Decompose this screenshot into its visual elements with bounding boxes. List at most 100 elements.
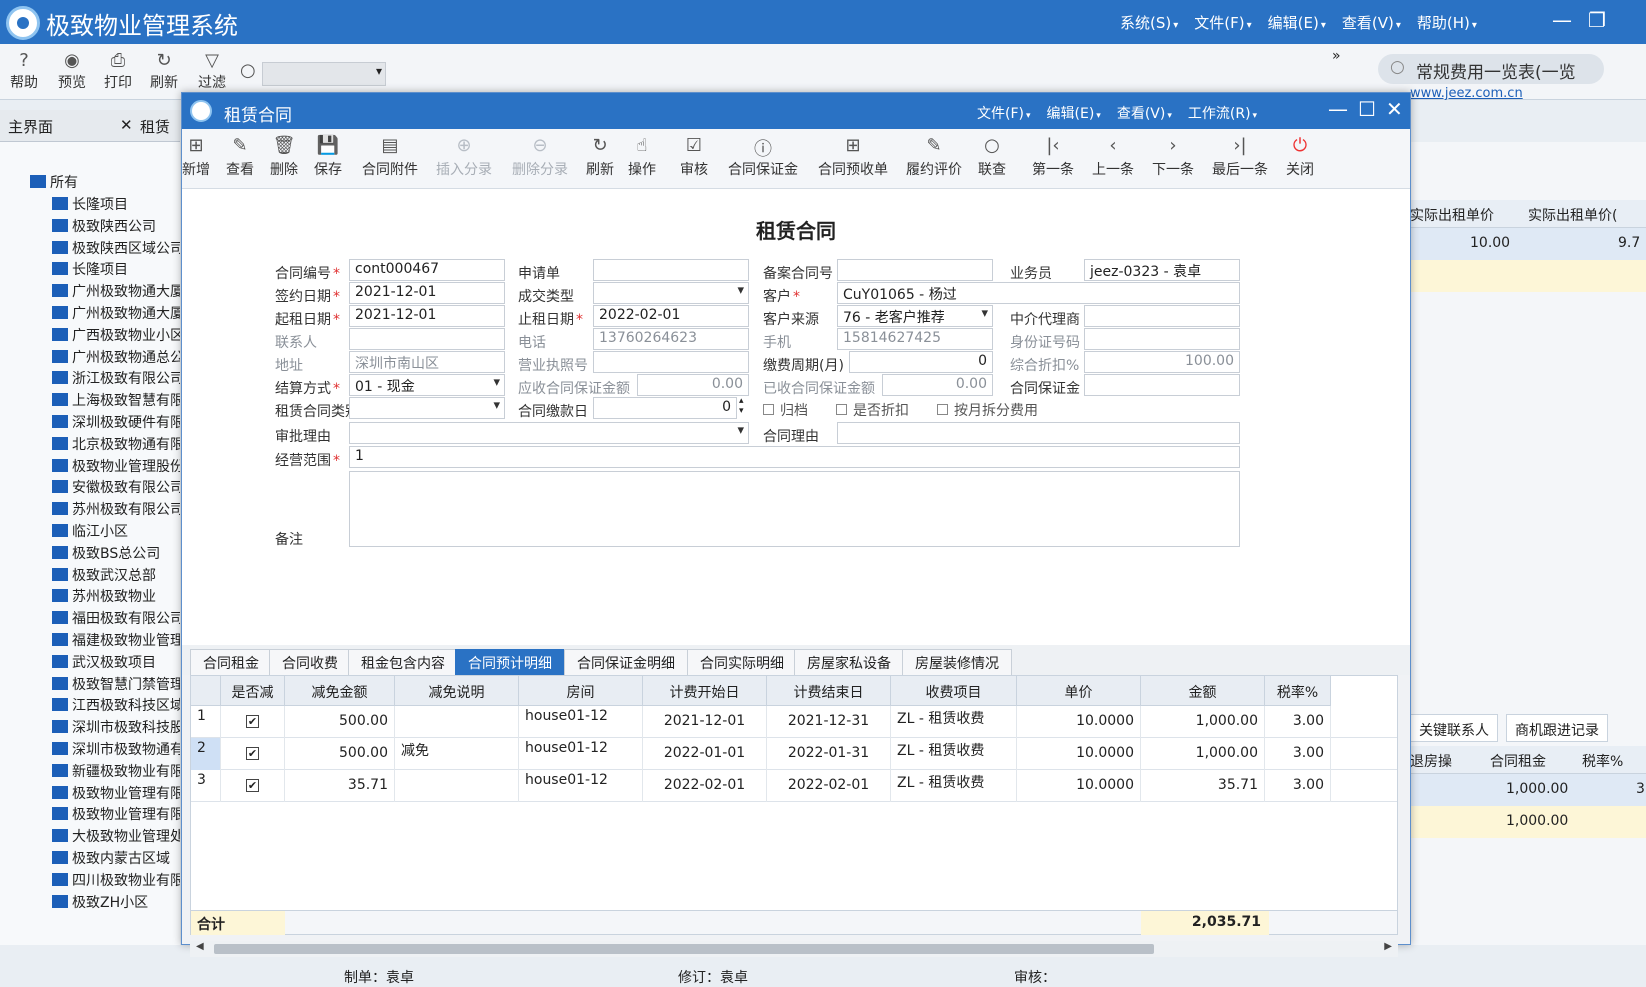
- grid-cell-total[interactable]: 35.71: [1141, 770, 1265, 802]
- grid-header[interactable]: 是否减: [221, 676, 285, 706]
- table-row[interactable]: 1 ✔ 500.00 house01-12 2021-12-01 2021-12-31 ZL…: [191, 706, 1397, 738]
- grid-cell-amount[interactable]: 35.71: [285, 770, 395, 802]
- tree-item[interactable]: 江西极致科技区域: [52, 695, 180, 715]
- grid-cell-total[interactable]: 1,000.00: [1141, 706, 1265, 738]
- tree-item[interactable]: 极致武汉总部: [52, 565, 156, 585]
- apply-no-field[interactable]: [593, 259, 749, 281]
- next-button[interactable]: › 下一条: [1152, 135, 1194, 179]
- restore-icon[interactable]: ❐: [1588, 8, 1606, 32]
- tab-expected-detail[interactable]: 合同预计明细: [455, 649, 565, 675]
- preview-button[interactable]: ◉ 预览: [50, 50, 94, 92]
- tree-root[interactable]: 所有: [30, 172, 78, 192]
- bg-row[interactable]: 1,000.00: [1410, 806, 1646, 838]
- chevron-down-icon[interactable]: ▾: [376, 64, 382, 78]
- close-button[interactable]: ⏻ 关闭: [1286, 135, 1314, 179]
- more-icon[interactable]: »: [1332, 48, 1341, 64]
- grid-cell-start[interactable]: 2022-01-01: [643, 738, 767, 770]
- table-row[interactable]: 2 ✔ 500.00 减免 house01-12 2022-01-01 2022-01-31…: [191, 738, 1397, 770]
- grid-cell-amount[interactable]: 500.00: [285, 706, 395, 738]
- new-button[interactable]: ⊞ 新增: [182, 135, 210, 179]
- tree-item[interactable]: 极致物业管理股份: [52, 456, 180, 476]
- grid-cell-price[interactable]: 10.0000: [1017, 738, 1141, 770]
- tree-item[interactable]: 长隆项目: [52, 194, 128, 214]
- discount-field[interactable]: 100.00: [1084, 351, 1240, 373]
- website-link[interactable]: www.jeez.com.cn: [1410, 86, 1523, 101]
- remark-field[interactable]: [349, 471, 1240, 547]
- maximize-icon[interactable]: ☐: [1358, 97, 1376, 121]
- checkbox-icon[interactable]: ✔: [246, 779, 259, 792]
- tab-deposit-detail[interactable]: 合同保证金明细: [564, 649, 688, 675]
- last-button[interactable]: ›| 最后一条: [1212, 135, 1268, 179]
- grid-cell-checked[interactable]: ✔: [221, 770, 285, 802]
- settle-select[interactable]: 01 - 现金: [349, 374, 505, 396]
- phone-field[interactable]: 13760264623: [593, 328, 749, 350]
- tree-item[interactable]: 北京极致物通有限: [52, 434, 180, 454]
- grid-cell-price[interactable]: 10.0000: [1017, 706, 1141, 738]
- minimize-icon[interactable]: —: [1328, 97, 1348, 121]
- grid-cell-end[interactable]: 2021-12-31: [767, 706, 891, 738]
- tab-contract-rent[interactable]: 合同租金: [190, 649, 272, 675]
- grid-cell-item[interactable]: ZL - 租赁收费: [891, 706, 1017, 738]
- grid-cell-end[interactable]: 2022-01-31: [767, 738, 891, 770]
- scope-field[interactable]: 1: [349, 446, 1240, 468]
- prepay-button[interactable]: ⊞ 合同预收单: [818, 135, 888, 179]
- deposit-button[interactable]: ⓘ 合同保证金: [728, 135, 798, 179]
- tree-item[interactable]: 深圳极致硬件有限: [52, 412, 180, 432]
- grid-header[interactable]: 计费开始日: [643, 676, 767, 706]
- grid-header[interactable]: 房间: [519, 676, 643, 706]
- dlg-menu-edit[interactable]: 编辑(E): [1047, 103, 1101, 123]
- refresh-button[interactable]: ↻ 刷新: [142, 50, 186, 92]
- menu-edit[interactable]: 编辑(E): [1268, 12, 1326, 33]
- dlg-menu-file[interactable]: 文件(F): [977, 103, 1031, 123]
- tree-item[interactable]: 四川极致物业有限: [52, 870, 180, 890]
- agent-field[interactable]: [1084, 305, 1240, 327]
- tree-item[interactable]: 广州极致物通大厦: [52, 303, 180, 323]
- dlg-menu-workflow[interactable]: 工作流(R): [1188, 103, 1257, 123]
- end-date-field[interactable]: 2022-02-01: [593, 305, 749, 327]
- tree-item[interactable]: 极致陕西公司: [52, 216, 156, 236]
- tree-item[interactable]: 广州极致物通总公司: [52, 347, 180, 367]
- archive-checkbox[interactable]: 归档: [763, 400, 808, 420]
- delete-entry-button[interactable]: ⊖ 删除分录: [512, 135, 568, 179]
- tree-item[interactable]: 极致物业管理有限: [52, 804, 180, 824]
- contract-reason-field[interactable]: [837, 422, 1240, 444]
- grid-cell-item[interactable]: ZL - 租赁收费: [891, 770, 1017, 802]
- grid-cell-amount[interactable]: 500.00: [285, 738, 395, 770]
- tree-item[interactable]: 苏州极致物业: [52, 586, 156, 606]
- quick-filter-input[interactable]: [262, 62, 386, 86]
- grid-cell-room[interactable]: house01-12: [519, 770, 643, 802]
- grid-cell-start[interactable]: 2022-02-01: [643, 770, 767, 802]
- tab-furniture[interactable]: 房屋家私设备: [794, 649, 904, 675]
- menu-system[interactable]: 系统(S): [1120, 12, 1178, 33]
- scroll-right-icon[interactable]: ▶: [1384, 941, 1392, 952]
- deposit-recv-field[interactable]: 0.00: [882, 374, 993, 396]
- audit-button[interactable]: ☑ 审核: [680, 135, 708, 179]
- grid-cell-note[interactable]: 减免: [395, 738, 519, 770]
- tree-item[interactable]: 福建极致物业管理: [52, 630, 180, 650]
- mobile-field[interactable]: 15814627425: [837, 328, 993, 350]
- contract-no-field[interactable]: cont000467: [349, 259, 505, 281]
- grid-hscrollbar[interactable]: ◀ ▶: [190, 941, 1398, 957]
- grid-cell-room[interactable]: house01-12: [519, 706, 643, 738]
- menu-help[interactable]: 帮助(H): [1417, 12, 1477, 33]
- bg-row[interactable]: 1,000.00 3: [1410, 774, 1646, 806]
- bg-row[interactable]: 10.00 9.7: [1410, 228, 1646, 260]
- scroll-left-icon[interactable]: ◀: [196, 941, 204, 952]
- prev-button[interactable]: ‹ 上一条: [1092, 135, 1134, 179]
- tree-item[interactable]: 新疆极致物业有限: [52, 761, 180, 781]
- grid-cell-total[interactable]: 1,000.00: [1141, 738, 1265, 770]
- checkbox-icon[interactable]: ✔: [246, 747, 259, 760]
- tree-item[interactable]: 极致物业管理有限: [52, 783, 180, 803]
- operate-button[interactable]: ☝ 操作: [628, 135, 656, 179]
- tab-actual-detail[interactable]: 合同实际明细: [687, 649, 797, 675]
- tab-contract-fee[interactable]: 合同收费: [269, 649, 351, 675]
- menu-view[interactable]: 查看(V): [1342, 12, 1401, 33]
- filter-button[interactable]: ▽ 过滤: [190, 50, 234, 92]
- search-box[interactable]: ○ 常规费用一览表(一览: [1378, 54, 1604, 84]
- tree-item[interactable]: 深圳市极致物通有: [52, 739, 180, 759]
- grid-cell-start[interactable]: 2021-12-01: [643, 706, 767, 738]
- grid-cell-note[interactable]: [395, 770, 519, 802]
- grid-cell-tax[interactable]: 3.00: [1265, 770, 1331, 802]
- customer-field[interactable]: CuY01065 - 杨过: [837, 282, 1240, 304]
- record-no-field[interactable]: [837, 259, 993, 281]
